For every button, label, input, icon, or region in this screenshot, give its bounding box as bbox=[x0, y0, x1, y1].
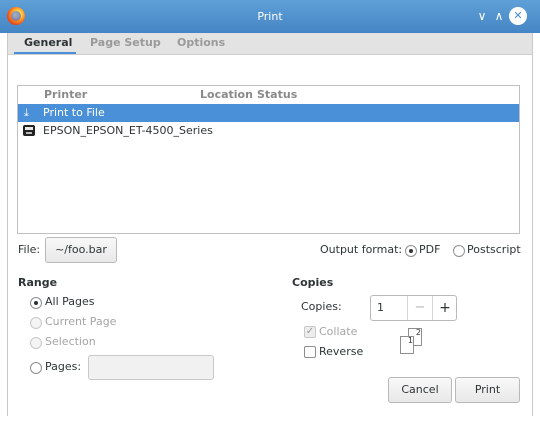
print-dialog: Print ∨ ∧ ✕ General Page Setup Options P… bbox=[0, 0, 540, 425]
range-heading: Range bbox=[18, 276, 58, 289]
collate-checkbox[interactable]: ✓ bbox=[304, 326, 316, 338]
pages-input[interactable] bbox=[88, 355, 214, 380]
copies-value[interactable]: 1 bbox=[377, 296, 384, 320]
column-header-status[interactable]: Status bbox=[257, 86, 297, 104]
close-button[interactable]: ✕ bbox=[509, 7, 527, 25]
current-page-radio[interactable] bbox=[30, 317, 42, 329]
reverse-label[interactable]: Reverse bbox=[319, 344, 363, 360]
file-chooser-button[interactable]: ~/foo.bar bbox=[45, 237, 117, 263]
general-panel: Printer Location Status ⤓ Print to File … bbox=[8, 54, 532, 416]
cancel-button[interactable]: Cancel bbox=[388, 377, 452, 403]
printer-row-epson[interactable]: EPSON_EPSON_ET-4500_Series bbox=[18, 122, 519, 140]
column-header-printer[interactable]: Printer bbox=[44, 86, 87, 104]
printer-name: EPSON_EPSON_ET-4500_Series bbox=[43, 124, 213, 137]
printer-row-print-to-file[interactable]: ⤓ Print to File bbox=[18, 104, 519, 122]
page-icon: 1 bbox=[400, 336, 414, 354]
copies-heading: Copies bbox=[292, 276, 334, 289]
printer-icon bbox=[23, 125, 35, 136]
minimize-button[interactable]: ∨ bbox=[473, 7, 491, 25]
pdf-label[interactable]: PDF bbox=[419, 242, 440, 258]
reverse-checkbox[interactable] bbox=[304, 346, 316, 358]
printer-name: Print to File bbox=[43, 106, 105, 119]
pages-radio[interactable] bbox=[30, 362, 42, 374]
copies-spinbutton[interactable]: 1 − + bbox=[370, 295, 457, 321]
column-header-location[interactable]: Location bbox=[200, 86, 253, 104]
output-format-label: Output format: bbox=[320, 243, 403, 256]
title-bar[interactable]: Print ∨ ∧ ✕ bbox=[0, 0, 540, 33]
increment-button[interactable]: + bbox=[432, 296, 457, 320]
postscript-radio[interactable] bbox=[453, 245, 465, 257]
file-label: File: bbox=[18, 243, 41, 256]
printer-list[interactable]: Printer Location Status ⤓ Print to File … bbox=[17, 85, 520, 234]
collate-label[interactable]: Collate bbox=[319, 324, 357, 340]
current-page-label[interactable]: Current Page bbox=[45, 314, 116, 330]
selection-radio[interactable] bbox=[30, 337, 42, 349]
print-button[interactable]: Print bbox=[455, 377, 520, 403]
dialog-body: General Page Setup Options Printer Locat… bbox=[7, 33, 533, 416]
page-number: 2 bbox=[415, 328, 421, 337]
tab-bar: General Page Setup Options bbox=[8, 33, 532, 55]
maximize-button[interactable]: ∧ bbox=[490, 7, 508, 25]
all-pages-label[interactable]: All Pages bbox=[45, 294, 95, 310]
decrement-button[interactable]: − bbox=[407, 296, 432, 320]
selection-label[interactable]: Selection bbox=[45, 334, 96, 350]
page-number: 1 bbox=[407, 336, 413, 345]
copies-label: Copies: bbox=[301, 300, 342, 313]
window-title: Print bbox=[257, 10, 283, 23]
postscript-label[interactable]: Postscript bbox=[467, 242, 521, 258]
download-icon: ⤓ bbox=[24, 106, 29, 119]
pdf-radio[interactable] bbox=[405, 245, 417, 257]
pages-label[interactable]: Pages: bbox=[45, 359, 81, 375]
all-pages-radio[interactable] bbox=[30, 297, 42, 309]
